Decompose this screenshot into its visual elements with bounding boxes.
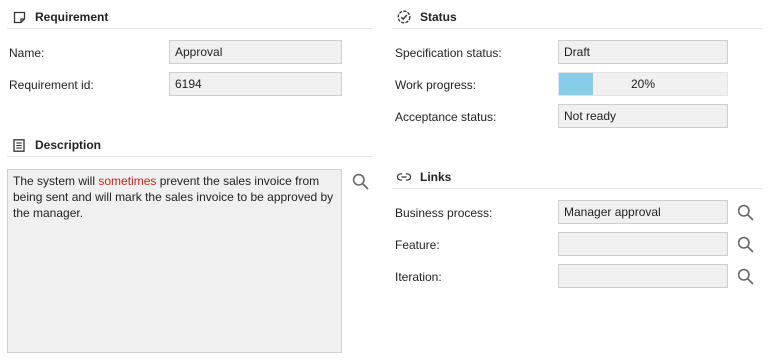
status-section-title: Status xyxy=(420,10,457,24)
acceptance-status-label: Acceptance status: xyxy=(395,110,497,124)
name-field[interactable]: Approval xyxy=(169,40,342,64)
requirement-id-field[interactable]: 6194 xyxy=(169,72,342,96)
description-search-button[interactable] xyxy=(350,171,370,191)
links-section-header: Links xyxy=(397,167,451,187)
note-icon xyxy=(12,10,26,24)
business-process-search-button[interactable] xyxy=(735,202,755,222)
iteration-field[interactable] xyxy=(558,264,728,288)
description-textarea[interactable]: The system will sometimes prevent the sa… xyxy=(7,169,342,353)
links-divider xyxy=(392,188,762,189)
feature-search-button[interactable] xyxy=(735,234,755,254)
search-icon xyxy=(737,236,753,252)
status-section-header: Status xyxy=(397,7,457,27)
search-icon xyxy=(737,204,753,220)
specification-status-field[interactable]: Draft xyxy=(558,40,728,64)
iteration-search-button[interactable] xyxy=(735,266,755,286)
feature-field[interactable] xyxy=(558,232,728,256)
business-process-label: Business process: xyxy=(395,206,493,220)
status-divider xyxy=(392,28,762,29)
description-text-highlight: sometimes xyxy=(98,174,157,188)
requirement-id-label: Requirement id: xyxy=(9,78,94,92)
specification-status-label: Specification status: xyxy=(395,46,502,60)
feature-label: Feature: xyxy=(395,238,440,252)
description-text-before: The system will xyxy=(13,174,99,188)
check-circle-icon xyxy=(397,10,411,24)
work-progress-text: 20% xyxy=(630,77,656,91)
requirement-section-header: Requirement xyxy=(12,7,108,27)
links-section-title: Links xyxy=(420,170,452,184)
document-icon xyxy=(12,138,26,152)
description-section-title: Description xyxy=(35,138,102,152)
name-label: Name: xyxy=(9,46,45,60)
requirement-divider xyxy=(7,28,372,29)
business-process-field[interactable]: Manager approval xyxy=(558,200,728,224)
acceptance-status-field[interactable]: Not ready xyxy=(558,104,728,128)
description-divider xyxy=(7,156,372,157)
description-section-header: Description xyxy=(12,135,101,155)
work-progress-label: Work progress: xyxy=(395,78,477,92)
search-icon xyxy=(352,173,368,189)
iteration-label: Iteration: xyxy=(395,270,442,284)
search-icon xyxy=(737,268,753,284)
work-progress-bar: 20% xyxy=(558,72,728,96)
link-icon xyxy=(397,170,411,184)
requirement-section-title: Requirement xyxy=(35,10,109,24)
